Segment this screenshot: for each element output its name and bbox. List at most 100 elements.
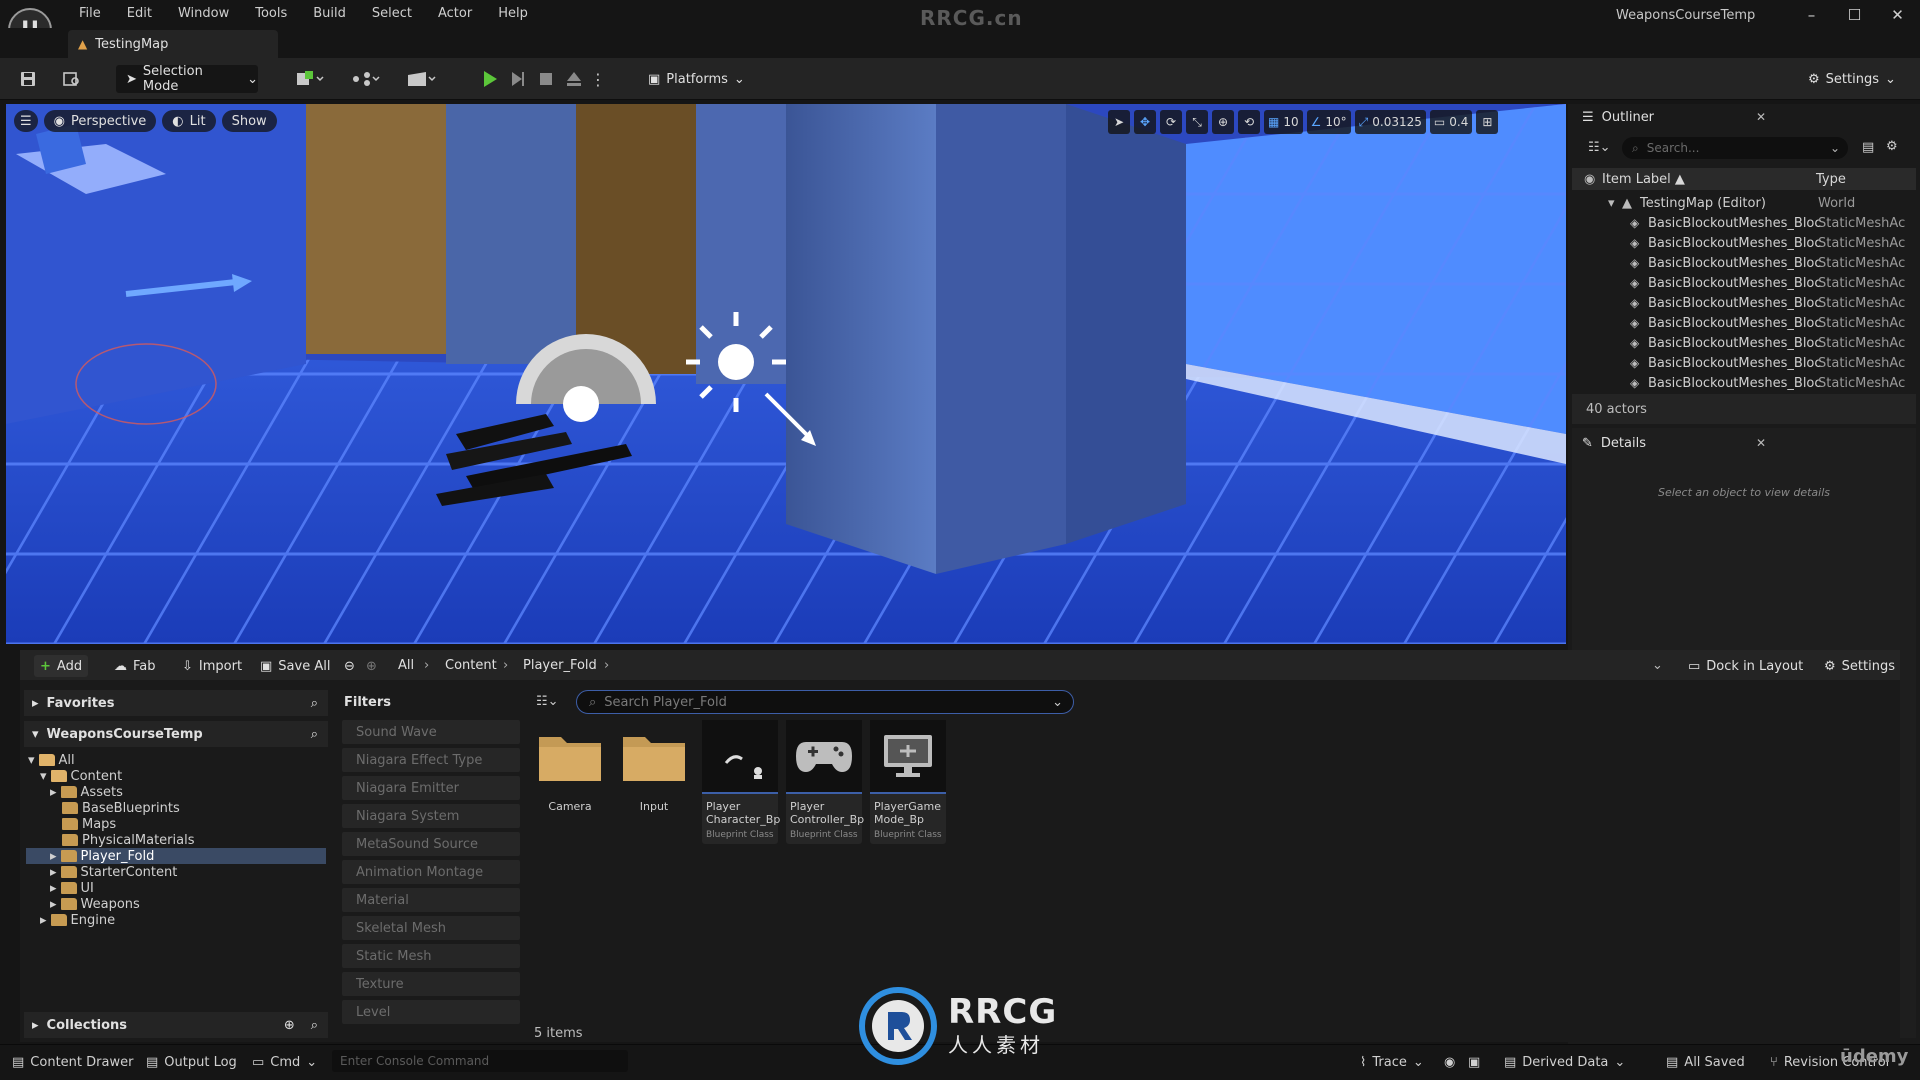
maximize-button[interactable]: ☐ (1833, 2, 1876, 28)
show-button[interactable]: Show (221, 110, 277, 132)
filter-niagara-emitter[interactable]: Niagara Emitter (342, 776, 520, 800)
tree-item-assets[interactable]: ▸ Assets (50, 784, 123, 800)
output-log-button[interactable]: ▤ Output Log (146, 1052, 237, 1072)
menu-tools[interactable]: Tools (242, 4, 300, 23)
menu-build[interactable]: Build (300, 4, 359, 23)
asset-search-input[interactable]: ⌕ Search Player_Fold ⌄ (576, 690, 1074, 714)
collections-header[interactable]: ▸ Collections ⊕ ⌕ (24, 1012, 328, 1038)
add-collection-icon[interactable]: ⊕ (284, 1018, 295, 1033)
scale-snap-button[interactable]: ⤢ 0.03125 (1354, 110, 1426, 134)
close-window-button[interactable]: ✕ (1876, 2, 1919, 28)
level-viewport[interactable] (6, 104, 1566, 644)
filter-niagara-effect-type[interactable]: Niagara Effect Type (342, 748, 520, 772)
camera-speed-button[interactable]: ▭ 0.4 (1429, 110, 1473, 134)
breadcrumb-all[interactable]: All (398, 658, 414, 673)
history-chevron-icon[interactable]: ⌄ (1652, 658, 1663, 673)
search-icon[interactable]: ⌕ (311, 696, 318, 711)
minimize-button[interactable]: – (1790, 2, 1833, 28)
asset-filter-icon[interactable]: ☷⌄ (536, 694, 559, 709)
menu-actor[interactable]: Actor (425, 4, 485, 23)
tree-item-content[interactable]: ▾ Content (40, 768, 122, 784)
derived-data-dropdown[interactable]: ▤ Derived Data ⌄ (1504, 1052, 1625, 1072)
tree-item-ui[interactable]: ▸ UI (50, 880, 94, 896)
content-browser-settings-button[interactable]: ⚙ Settings (1818, 655, 1901, 677)
eject-icon[interactable] (560, 66, 588, 92)
column-type[interactable]: Type (1816, 172, 1846, 187)
back-button[interactable]: ⊖ (338, 655, 361, 677)
visibility-eye-icon[interactable]: ◉ (1584, 172, 1595, 187)
stop-icon[interactable] (532, 66, 560, 92)
filter-niagara-system[interactable]: Niagara System (342, 804, 520, 828)
more-options-icon[interactable]: ⋮ (590, 66, 606, 92)
asset-tile-input[interactable]: Input (616, 720, 692, 844)
viewport-menu-button[interactable]: ☰ (14, 110, 38, 132)
console-command-input[interactable]: Enter Console Command (332, 1050, 628, 1072)
trace-dropdown[interactable]: ⌇ Trace ⌄ (1360, 1052, 1424, 1072)
content-drawer-button[interactable]: ▤ Content Drawer (12, 1052, 133, 1072)
outliner-tab[interactable]: ☰ Outliner ✕ (1572, 104, 1916, 130)
outliner-row[interactable]: ◈ BasicBlockoutMeshes_Bloc StaticMeshAc (1572, 293, 1908, 313)
add-actor-icon[interactable] (290, 66, 330, 92)
close-icon[interactable]: ✕ (1756, 436, 1766, 450)
close-icon[interactable]: ✕ (1756, 110, 1766, 124)
filter-level[interactable]: Level (342, 1000, 520, 1024)
map-tab[interactable]: ▲ TestingMap (68, 30, 278, 58)
favorites-header[interactable]: ▸ Favorites ⌕ (24, 690, 328, 716)
cmd-dropdown[interactable]: ▭ Cmd ⌄ (252, 1052, 317, 1072)
import-button[interactable]: ⇩ Import (176, 655, 248, 677)
menu-help[interactable]: Help (485, 4, 541, 23)
outliner-row[interactable]: ◈ BasicBlockoutMeshes_Bloc StaticMeshAc (1572, 213, 1908, 233)
step-icon[interactable] (504, 66, 532, 92)
filter-skeletal-mesh[interactable]: Skeletal Mesh (342, 916, 520, 940)
all-saved-button[interactable]: ▤ All Saved (1666, 1052, 1745, 1072)
outliner-root-row[interactable]: ▾ ▲ TestingMap (Editor) World (1572, 193, 1908, 213)
rotate-tool-icon[interactable]: ⟳ (1160, 110, 1182, 134)
breadcrumb-player-fold[interactable]: Player_Fold (523, 658, 597, 673)
tree-item-all[interactable]: ▾ All (28, 752, 75, 768)
outliner-row[interactable]: ◈ BasicBlockoutMeshes_Bloc StaticMeshAc (1572, 253, 1908, 273)
lit-button[interactable]: ◐ Lit (162, 110, 216, 132)
save-icon[interactable] (14, 66, 42, 92)
outliner-row[interactable]: ◈ BasicBlockoutMeshes_Bloc StaticMeshAc (1572, 233, 1908, 253)
outliner-row[interactable]: ◈ BasicBlockoutMeshes_Bloc StaticMeshAc (1572, 313, 1908, 333)
add-folder-icon[interactable]: ▤ (1862, 140, 1874, 155)
translate-tool-icon[interactable]: ✥ (1134, 110, 1156, 134)
tree-item-engine[interactable]: ▸ Engine (40, 912, 115, 928)
fab-button[interactable]: ☁ Fab (108, 655, 162, 677)
details-tab[interactable]: ✎ Details ✕ (1572, 430, 1916, 456)
filter-static-mesh[interactable]: Static Mesh (342, 944, 520, 968)
gear-icon[interactable]: ⚙ (1886, 139, 1898, 154)
filter-animation-montage[interactable]: Animation Montage (342, 860, 520, 884)
menu-select[interactable]: Select (359, 4, 425, 23)
tree-item-base-blueprints[interactable]: BaseBlueprints (62, 800, 180, 816)
dock-in-layout-button[interactable]: ▭ Dock in Layout (1682, 655, 1809, 677)
blueprint-icon[interactable] (346, 66, 386, 92)
menu-window[interactable]: Window (165, 4, 242, 23)
surface-snap-icon[interactable]: ⟲ (1238, 110, 1260, 134)
asset-tile-player-character-bp[interactable]: Player Character_Bp Blueprint Class (702, 720, 780, 844)
outliner-search-input[interactable]: ⌕ Search... ⌄ (1622, 137, 1848, 159)
tree-item-weapons[interactable]: ▸ Weapons (50, 896, 140, 912)
tree-item-player-fold[interactable]: ▸ Player_Fold (50, 848, 154, 864)
selection-mode-dropdown[interactable]: ➤ Selection Mode ⌄ (116, 64, 258, 94)
tree-item-maps[interactable]: Maps (62, 816, 116, 832)
asset-tile-player-game-mode-bp[interactable]: PlayerGame Mode_Bp Blueprint Class (870, 720, 946, 844)
filter-sound-wave[interactable]: Sound Wave (342, 720, 520, 744)
cinematics-icon[interactable] (402, 66, 442, 92)
perspective-button[interactable]: ◉ Perspective (43, 110, 157, 132)
menu-edit[interactable]: Edit (114, 4, 165, 23)
asset-tile-camera[interactable]: Camera (532, 720, 608, 844)
play-icon[interactable] (476, 66, 504, 92)
platforms-dropdown[interactable]: ▣ Platforms ⌄ (644, 65, 745, 93)
asset-tile-player-controller-bp[interactable]: Player Controller_Bp Blueprint Class (786, 720, 864, 844)
outliner-row[interactable]: ◈ BasicBlockoutMeshes_Bloc StaticMeshAc (1572, 373, 1908, 393)
tree-item-physical-materials[interactable]: PhysicalMaterials (62, 832, 194, 848)
breadcrumb-content[interactable]: Content (445, 658, 497, 673)
scale-tool-icon[interactable]: ⤡ (1186, 110, 1208, 134)
search-icon[interactable]: ⌕ (311, 727, 318, 742)
outliner-row[interactable]: ◈ BasicBlockoutMeshes_Bloc StaticMeshAc (1572, 273, 1908, 293)
select-tool-icon[interactable]: ➤ (1108, 110, 1130, 134)
column-item-label[interactable]: Item Label ▲ (1602, 172, 1685, 187)
outliner-row[interactable]: ◈ BasicBlockoutMeshes_Bloc StaticMeshAc (1572, 353, 1908, 373)
filter-icon[interactable]: ☷⌄ (1588, 140, 1611, 155)
